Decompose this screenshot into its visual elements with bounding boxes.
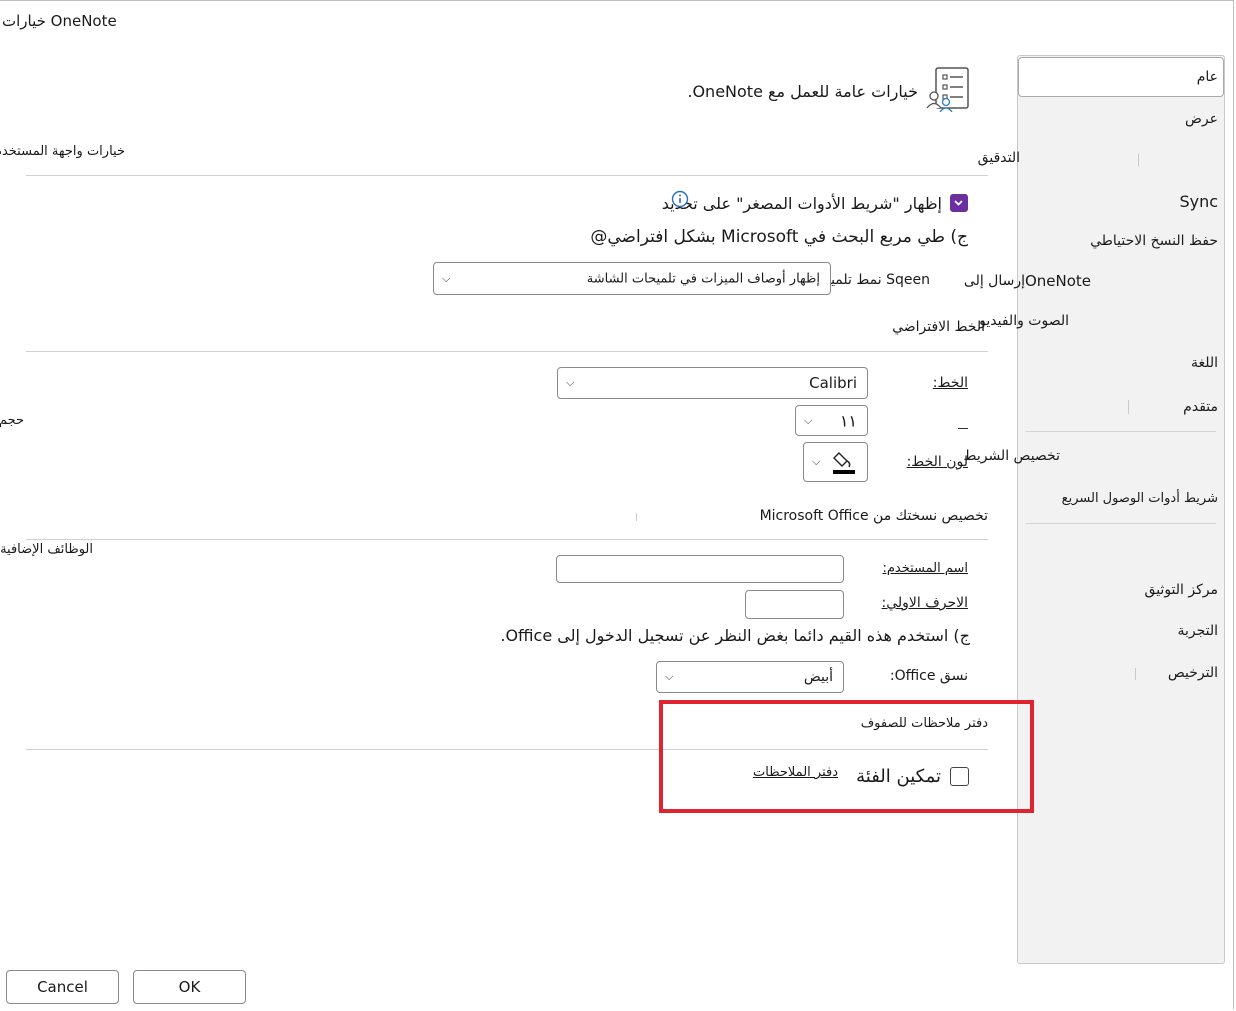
collapse-search-label[interactable]: ج) طي مربع البحث في Microsoft بشكل افترا… [590,227,968,247]
username-label: اسم المستخدم: [882,561,968,576]
mini-toolbar-label: إظهار "شريط الأدوات المصغر" على تحديد [661,194,942,213]
font-select[interactable]: ⌵ Calibri [557,367,868,399]
section-title-ui: خيارات واجهة المستخدم [0,144,125,159]
chevron-down-icon: ⌵ [566,376,575,389]
screentip-style-label: Sqeen نمط تلميح: [817,272,930,288]
initials-input[interactable] [745,590,844,619]
divider-mark [1135,668,1136,680]
sidebar-item-quick-access[interactable]: شريط أدوات الوصول السريع [1062,491,1218,506]
office-theme-label: نسق Office: [889,668,968,684]
sidebar-item-advanced[interactable]: متقدم [1183,399,1218,415]
sidebar-item-licensing[interactable]: الترخيص [1168,665,1218,681]
header-description: خيارات عامة للعمل مع OneNote. [687,82,918,101]
section-divider [26,175,988,176]
sidebar-item-sync[interactable]: Sync [1179,192,1218,211]
font-size-select[interactable]: ⌵ ١١ [795,405,868,436]
sidebar-separator [1026,523,1216,524]
highlight-box [659,700,1034,813]
cancel-button[interactable]: Cancel [6,970,119,1004]
size-label-underline [958,428,968,429]
chevron-down-icon: ⌵ [804,413,813,427]
divider-mark [1128,400,1129,414]
sidebar-item-display[interactable]: عرض [1185,111,1218,127]
sidebar-separator [1026,431,1216,432]
size-label: حجم: [0,413,24,428]
sidebar-item-audio-video[interactable]: الصوت والفيديو [979,313,1069,329]
initials-label: الاحرف الاولي: [881,595,968,611]
font-color-label: لون الخط: [906,454,968,470]
paint-bucket-icon [831,449,857,475]
font-color-picker[interactable]: ⌵ [803,442,868,482]
sidebar-item-onenote[interactable]: OneNote [1025,272,1091,290]
options-general-icon [926,66,970,113]
sidebar-item-proofing[interactable]: التدقيق [978,150,1020,166]
sidebar-item-trust-center[interactable]: مركز التوثيق [1145,582,1218,598]
sidebar-item-send-to[interactable]: إرسال إلى [964,273,1025,289]
screentip-style-select[interactable]: ⌵ إظهار أوصاف الميزات في تلميحات الشاشة [433,262,831,295]
section-title-office: تخصيص نسختك من Microsoft Office [759,508,988,524]
divider-mark [1138,154,1139,166]
sidebar-selected-highlight [1018,57,1224,97]
font-label: الخط: [932,375,968,391]
section-divider [26,539,988,540]
dialog-title: خيارات OneNote [2,12,117,30]
chevron-down-icon: ⌵ [812,455,821,468]
mini-toolbar-checkbox[interactable] [950,194,968,212]
section-title-font: الخط الافتراضي [892,319,985,335]
sidebar-item-backup[interactable]: حفظ النسخ الاحتياطي [1090,233,1218,249]
section-divider [26,351,988,352]
sidebar-item-experience[interactable]: التجربة [1177,623,1218,639]
office-theme-select[interactable]: ⌵ أبيض [656,661,844,693]
username-input[interactable] [556,555,844,583]
chevron-down-icon: ⌵ [665,670,674,683]
addins-label: الوظائف الإضافية [0,542,93,557]
ok-button[interactable]: OK [133,970,246,1004]
divider-mark [636,513,637,521]
sidebar-item-general[interactable]: عام [1197,69,1218,85]
sidebar-item-customize-ribbon[interactable]: تخصيص الشريط [964,448,1060,464]
sidebar-item-language[interactable]: اللغة [1191,355,1218,371]
chevron-down-icon: ⌵ [442,271,451,285]
info-icon[interactable] [671,190,689,208]
always-use-values-label[interactable]: ج) استخدم هذه القيم دائما بغض النظر عن ت… [500,626,970,645]
